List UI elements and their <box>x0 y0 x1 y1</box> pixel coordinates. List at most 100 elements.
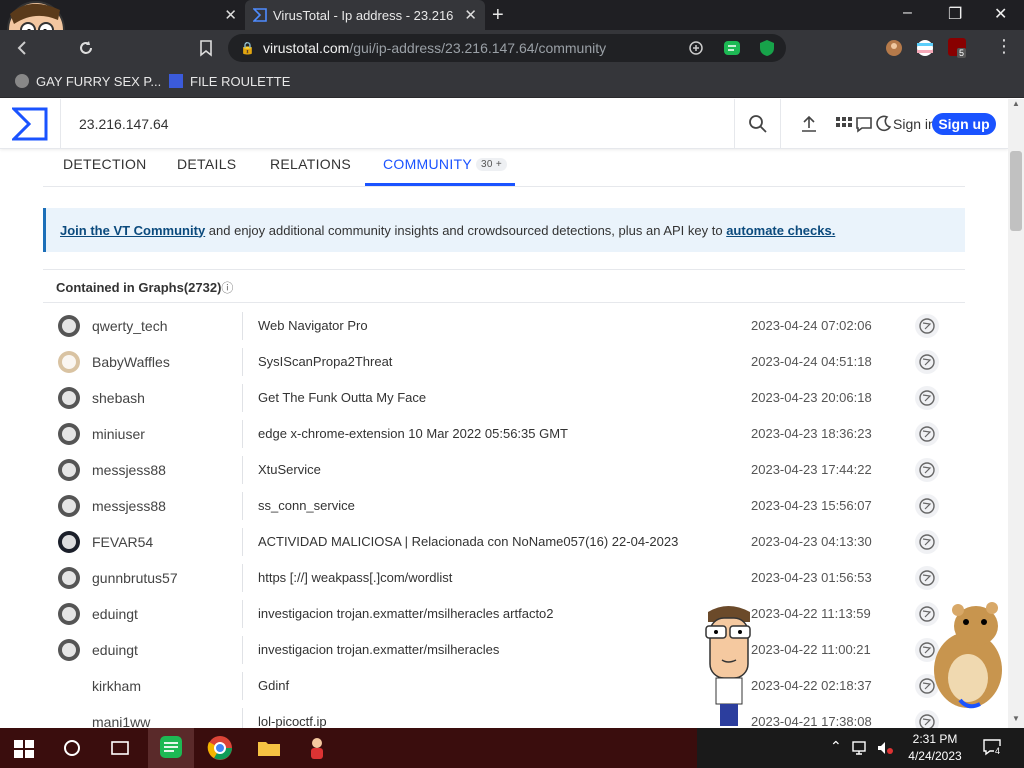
user-avatar-icon[interactable] <box>57 530 81 554</box>
graph-row[interactable]: shebash Get The Funk Outta My Face 2023-04… <box>43 380 965 416</box>
flag-extension-icon[interactable] <box>916 39 934 57</box>
graph-owner[interactable]: mani1ww <box>92 714 150 728</box>
add-to-page-icon[interactable] <box>688 40 704 56</box>
browser-tab-inactive[interactable]: ✕ <box>0 0 245 59</box>
scroll-thumb[interactable] <box>1010 151 1022 231</box>
graph-owner[interactable]: BabyWaffles <box>92 354 170 370</box>
taskbar-clock[interactable]: 2:31 PM 4/24/2023 <box>900 731 970 765</box>
search-input[interactable]: 23.216.147.64 <box>60 99 735 149</box>
user-avatar-icon[interactable] <box>57 602 81 626</box>
graph-row[interactable]: FEVAR54 ACTIVIDAD MALICIOSA | Relacionada… <box>43 524 965 560</box>
automate-checks-link[interactable]: automate checks. <box>726 223 835 238</box>
address-bar[interactable]: 🔒 virustotal.com/gui/ip-address/23.216.1… <box>228 34 786 62</box>
bookmark-item[interactable]: GAY FURRY SEX P... <box>14 73 161 89</box>
user-avatar-icon[interactable] <box>57 314 81 338</box>
graph-name[interactable]: SysIScanPropa2Threat <box>258 354 392 369</box>
ublock-extension-icon[interactable]: 5 <box>948 38 967 58</box>
graph-row[interactable]: kirkham Gdinf 2023-04-22 02:18:37 <box>43 668 965 704</box>
join-community-link[interactable]: Join the VT Community <box>60 223 205 238</box>
graph-icon[interactable] <box>915 494 939 518</box>
tab-relations[interactable]: RELATIONS <box>270 156 351 172</box>
tab-close-icon[interactable]: ✕ <box>464 6 477 24</box>
graph-name[interactable]: Get The Funk Outta My Face <box>258 390 426 405</box>
info-icon[interactable]: ⓘ <box>221 281 233 295</box>
user-avatar-icon[interactable] <box>57 494 81 518</box>
graph-icon[interactable] <box>915 458 939 482</box>
user-avatar-icon[interactable] <box>57 386 81 410</box>
graph-row[interactable]: messjess88 XtuService 2023-04-23 17:44:22 <box>43 452 965 488</box>
graph-icon[interactable] <box>915 386 939 410</box>
page-scrollbar[interactable]: ▲ ▼ <box>1008 99 1024 728</box>
graph-icon[interactable] <box>915 422 939 446</box>
task-view-icon[interactable] <box>106 734 134 762</box>
search-icon[interactable] <box>58 734 86 762</box>
bookmark-item[interactable]: FILE ROULETTE <box>168 73 290 89</box>
graph-name[interactable]: ss_conn_service <box>258 498 355 513</box>
browser-menu-icon[interactable]: ⋮ <box>995 36 1013 57</box>
chrome-icon[interactable] <box>206 734 234 762</box>
tab-community[interactable]: COMMUNITY 30 + <box>383 156 507 172</box>
green-chat-extension-icon[interactable] <box>723 39 741 57</box>
sign-in-link[interactable]: Sign in <box>893 116 936 132</box>
graph-owner[interactable]: gunnbrutus57 <box>92 570 178 586</box>
user-avatar-icon[interactable] <box>57 674 81 698</box>
graph-row[interactable]: eduingt investigacion trojan.exmatter/msi… <box>43 596 965 632</box>
graph-name[interactable]: Web Navigator Pro <box>258 318 368 333</box>
user-avatar-icon[interactable] <box>57 638 81 662</box>
user-avatar-icon[interactable] <box>57 350 81 374</box>
profile-avatar-icon[interactable] <box>885 39 903 57</box>
graph-row[interactable]: BabyWaffles SysIScanPropa2Threat 2023-04-2… <box>43 344 965 380</box>
tray-expand-icon[interactable]: ⌃ <box>830 738 842 755</box>
graph-name[interactable]: investigacion trojan.exmatter/msilheracl… <box>258 642 499 657</box>
graph-owner[interactable]: shebash <box>92 390 145 406</box>
restore-icon[interactable]: ❐ <box>948 4 962 24</box>
graph-owner[interactable]: miniuser <box>92 426 145 442</box>
taskbar-app-active[interactable] <box>148 728 194 768</box>
graph-row[interactable]: mani1ww lol-picoctf.ip 2023-04-21 17:38:08 <box>43 704 965 728</box>
graph-name[interactable]: edge x-chrome-extension 10 Mar 2022 05:5… <box>258 426 568 441</box>
notification-center[interactable]: 4 <box>982 738 1002 761</box>
window-close-icon[interactable]: ✕ <box>994 4 1007 24</box>
tab-details[interactable]: DETAILS <box>177 156 236 172</box>
tab-close-icon[interactable]: ✕ <box>224 6 237 24</box>
tab-detection[interactable]: DETECTION <box>63 156 147 172</box>
graph-icon[interactable] <box>915 314 939 338</box>
virustotal-logo-icon[interactable] <box>12 107 48 141</box>
graph-name[interactable]: https [://] weakpass[.]com/wordlist <box>258 570 452 585</box>
graph-icon[interactable] <box>915 530 939 554</box>
graph-icon[interactable] <box>915 566 939 590</box>
bookmark-icon[interactable] <box>197 39 215 57</box>
graph-icon[interactable] <box>915 350 939 374</box>
graph-row[interactable]: qwerty_tech Web Navigator Pro 2023-04-24 0… <box>43 308 965 344</box>
graph-name[interactable]: XtuService <box>258 462 321 477</box>
graph-owner[interactable]: kirkham <box>92 678 141 694</box>
graph-owner[interactable]: FEVAR54 <box>92 534 153 550</box>
user-avatar-icon[interactable] <box>57 422 81 446</box>
dark-mode-icon[interactable] <box>873 114 893 134</box>
sign-up-button[interactable]: Sign up <box>932 113 996 135</box>
graph-row[interactable]: messjess88 ss_conn_service 2023-04-23 15:5… <box>43 488 965 524</box>
graph-name[interactable]: ACTIVIDAD MALICIOSA | Relacionada con No… <box>258 534 678 549</box>
minimize-icon[interactable]: – <box>903 4 912 22</box>
graph-name[interactable]: investigacion trojan.exmatter/msilheracl… <box>258 606 554 621</box>
file-explorer-icon[interactable] <box>255 734 283 762</box>
network-icon[interactable] <box>852 740 870 756</box>
chat-icon[interactable] <box>854 114 874 134</box>
character-app-icon[interactable] <box>303 734 331 762</box>
graph-name[interactable]: lol-picoctf.ip <box>258 714 327 728</box>
reload-icon[interactable] <box>77 39 95 57</box>
back-icon[interactable] <box>14 39 32 57</box>
search-button[interactable] <box>735 99 781 149</box>
shield-extension-icon[interactable] <box>758 39 776 57</box>
graph-owner[interactable]: messjess88 <box>92 498 166 514</box>
new-tab-icon[interactable]: + <box>492 4 504 27</box>
graph-owner[interactable]: eduingt <box>92 606 138 622</box>
graph-icon[interactable] <box>915 710 939 728</box>
windows-start-icon[interactable] <box>10 734 38 762</box>
apps-grid-icon[interactable] <box>834 114 854 134</box>
user-avatar-icon[interactable] <box>57 458 81 482</box>
graph-row[interactable]: gunnbrutus57 https [://] weakpass[.]com/w… <box>43 560 965 596</box>
graph-row[interactable]: miniuser edge x-chrome-extension 10 Mar 2… <box>43 416 965 452</box>
upload-icon[interactable] <box>799 114 819 134</box>
graph-owner[interactable]: eduingt <box>92 642 138 658</box>
